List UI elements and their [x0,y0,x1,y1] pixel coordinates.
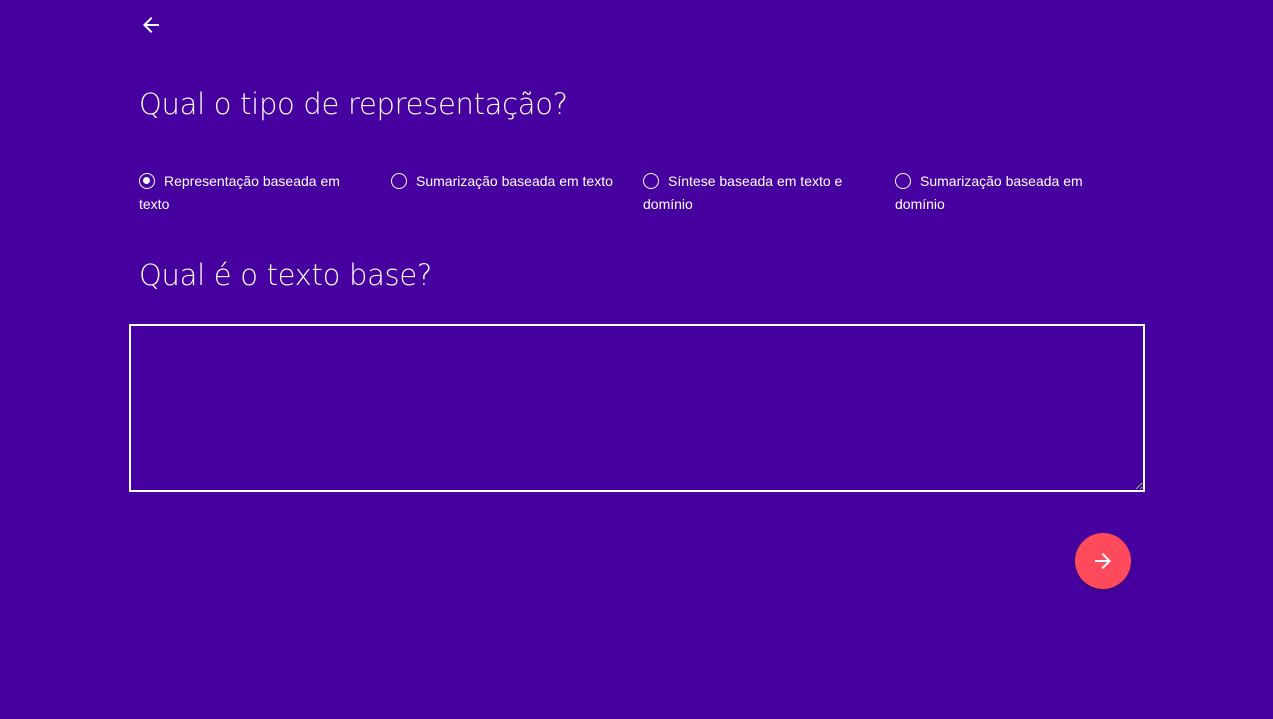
radio-option-domain-based-summarization[interactable]: Sumarização baseada em domínio [895,170,1147,216]
representation-type-radio-group: Representação baseada em texto Sumarizaç… [139,170,1147,216]
radio-option-text-based-summarization[interactable]: Sumarização baseada em texto [391,170,643,216]
representation-type-question: Qual o tipo de representação? [139,87,568,121]
back-button[interactable] [139,13,163,37]
radio-button[interactable] [895,173,911,189]
page: Qual o tipo de representação? Representa… [0,0,1273,719]
radio-option-text-domain-synthesis[interactable]: Síntese baseada em texto e domínio [643,170,895,216]
radio-option-label: Sumarização baseada em domínio [895,173,1083,212]
radio-button[interactable] [391,173,407,189]
radio-option-label: Síntese baseada em texto e domínio [643,173,843,212]
radio-option-label: Representação baseada em texto [139,173,340,212]
base-text-question: Qual é o texto base? [139,258,432,292]
arrow-left-icon [143,17,159,33]
radio-button[interactable] [643,173,659,189]
next-button[interactable] [1075,533,1131,589]
radio-button-checked[interactable] [139,173,155,189]
radio-option-text-based-representation[interactable]: Representação baseada em texto [139,170,391,216]
arrow-right-icon [1095,553,1111,569]
radio-option-label: Sumarização baseada em texto [416,173,613,189]
base-text-input[interactable] [129,324,1145,492]
